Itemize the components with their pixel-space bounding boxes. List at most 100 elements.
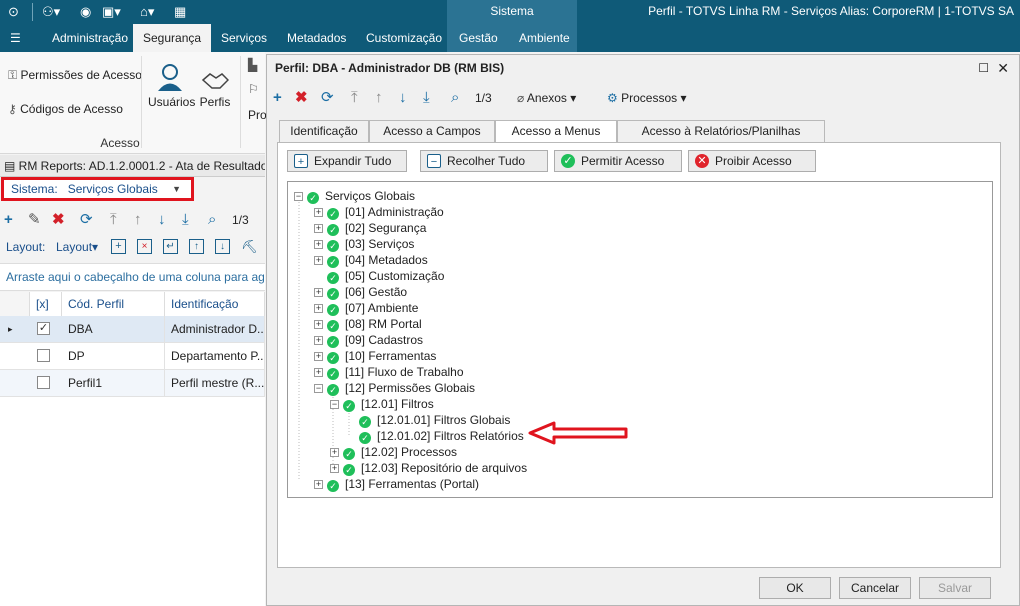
table-row[interactable]: Perfil1 Perfil mestre (R... xyxy=(0,370,265,397)
tree-node[interactable]: ✓ [12.01.01] Filtros Globais xyxy=(346,412,510,428)
tab-servicos[interactable]: Serviços xyxy=(221,24,267,52)
add-icon[interactable]: + xyxy=(4,211,13,229)
cancel-button[interactable]: Cancelar xyxy=(839,577,911,599)
first-icon[interactable]: ⤒ xyxy=(351,89,358,107)
expand-node-icon[interactable]: + xyxy=(314,304,323,313)
tab-gestao[interactable]: Gestão xyxy=(459,24,498,52)
permit-access-button[interactable]: ✓ Permitir Acesso xyxy=(554,150,682,172)
col-select[interactable]: [x] xyxy=(30,292,62,316)
tree-node[interactable]: + ✓ [06] Gestão xyxy=(314,284,407,300)
edit-icon[interactable]: ✎ xyxy=(28,211,41,229)
tree-node[interactable]: + ✓ [09] Cadastros xyxy=(314,332,423,348)
codigos-acesso-button[interactable]: ⚷ Códigos de Acesso xyxy=(8,102,123,116)
home-icon[interactable]: ⌂▾ xyxy=(140,3,154,21)
previous-icon[interactable]: ↑ xyxy=(134,211,142,229)
expand-node-icon[interactable]: + xyxy=(314,352,323,361)
row-checkbox[interactable] xyxy=(37,376,50,389)
refresh-icon[interactable]: ⟳ xyxy=(80,211,93,229)
sitemap-icon[interactable]: ⚇▾ xyxy=(42,3,60,21)
eye-icon[interactable]: ◉ xyxy=(80,3,91,21)
tree-node[interactable]: ✓ [12.01.02] Filtros Relatórios xyxy=(346,428,524,444)
deny-access-button[interactable]: ✕ Proibir Acesso xyxy=(688,150,816,172)
calculator-icon[interactable]: ▦ xyxy=(174,3,186,21)
usuarios-button[interactable]: Usuários xyxy=(148,62,195,109)
expand-all-button[interactable]: + Expandir Tudo xyxy=(287,150,407,172)
tab-administracao[interactable]: Administração xyxy=(52,24,128,52)
row-checkbox[interactable]: ✓ xyxy=(37,322,50,335)
first-icon[interactable]: ⤒ xyxy=(110,211,117,229)
search-icon[interactable]: ⌕ xyxy=(451,89,459,107)
expand-node-icon[interactable]: + xyxy=(314,288,323,297)
document-tab[interactable]: ▤ RM Reports: AD.1.2.0001.2 - Ata de Res… xyxy=(0,155,265,177)
tab-acesso-relatorios[interactable]: Acesso à Relatórios/Planilhas xyxy=(617,120,825,142)
tree-node[interactable]: − ✓ [12] Permissões Globais xyxy=(314,380,475,396)
ok-button[interactable]: OK xyxy=(759,577,831,599)
brush-icon[interactable]: ⛏ xyxy=(241,239,258,255)
tab-metadados[interactable]: Metadados xyxy=(287,24,346,52)
processos-menu[interactable]: ⚙ Processos ▾ xyxy=(607,89,686,107)
tree-node[interactable]: + ✓ [02] Segurança xyxy=(314,220,426,236)
expand-node-icon[interactable]: + xyxy=(314,336,323,345)
tree-node[interactable]: + ✓ [01] Administração xyxy=(314,204,444,220)
download-layout-icon[interactable]: ↓ xyxy=(215,239,230,254)
chevron-down-icon[interactable]: ▼ xyxy=(172,180,181,198)
collapse-node-icon[interactable]: − xyxy=(294,192,303,201)
tree-node[interactable]: − ✓ [12.01] Filtros xyxy=(330,396,434,412)
add-column-icon[interactable]: + xyxy=(111,239,126,254)
remove-column-icon[interactable]: × xyxy=(137,239,152,254)
tab-acesso-campos[interactable]: Acesso a Campos xyxy=(369,120,495,142)
sistema-selector[interactable]: Sistema: Serviços Globais ▼ xyxy=(1,177,194,201)
screen-icon[interactable]: ▣▾ xyxy=(102,3,121,21)
previous-icon[interactable]: ↑ xyxy=(375,89,383,107)
tree-node[interactable]: + ✓ [04] Metadados xyxy=(314,252,428,268)
tree-node[interactable]: + ✓ [11] Fluxo de Trabalho xyxy=(314,364,464,380)
tree-node[interactable]: + ✓ [10] Ferramentas xyxy=(314,348,436,364)
perfis-button[interactable]: Perfis xyxy=(198,66,232,109)
collapse-all-button[interactable]: − Recolher Tudo xyxy=(420,150,548,172)
col-cod-perfil[interactable]: Cód. Perfil xyxy=(62,292,165,316)
table-row[interactable]: DP Departamento P... xyxy=(0,343,265,370)
tab-identificacao[interactable]: Identificação xyxy=(279,120,369,142)
tree-node[interactable]: + ✓ [03] Serviços xyxy=(314,236,414,252)
last-icon[interactable]: ⤓ xyxy=(182,211,189,229)
last-icon[interactable]: ⤓ xyxy=(423,89,430,107)
misc-icon-2[interactable]: ⚐ xyxy=(248,82,259,96)
search-icon[interactable]: ⌕ xyxy=(208,211,216,229)
expand-node-icon[interactable]: + xyxy=(330,464,339,473)
delete-icon[interactable]: ✖ xyxy=(52,211,65,229)
tree-node[interactable]: + ✓ [13] Ferramentas (Portal) xyxy=(314,476,479,492)
tab-seguranca[interactable]: Segurança xyxy=(133,24,212,52)
add-icon[interactable]: + xyxy=(273,89,282,107)
layout-dropdown[interactable]: Layout▾ xyxy=(56,240,98,254)
refresh-icon[interactable]: ⟳ xyxy=(321,89,334,107)
expand-node-icon[interactable]: + xyxy=(314,256,323,265)
close-icon[interactable]: ✕ xyxy=(997,55,1009,81)
tree-node[interactable]: ✓ [05] Customização xyxy=(314,268,444,284)
row-checkbox[interactable] xyxy=(37,349,50,362)
tree-node[interactable]: − ✓ Serviços Globais xyxy=(294,188,415,204)
col-identificacao[interactable]: Identificação xyxy=(165,292,265,316)
tab-acesso-menus[interactable]: Acesso a Menus xyxy=(495,120,617,143)
expand-node-icon[interactable]: + xyxy=(314,224,323,233)
delete-icon[interactable]: ✖ xyxy=(295,89,308,107)
pro-label[interactable]: Pro xyxy=(248,108,267,122)
next-icon[interactable]: ↓ xyxy=(158,211,166,229)
group-by-hint[interactable]: Arraste aqui o cabeçalho de uma coluna p… xyxy=(0,263,265,291)
expand-node-icon[interactable]: + xyxy=(314,320,323,329)
anexos-menu[interactable]: ⌀ Anexos ▾ xyxy=(517,89,576,107)
tree-node[interactable]: + ✓ [08] RM Portal xyxy=(314,316,422,332)
expand-node-icon[interactable]: + xyxy=(314,240,323,249)
expand-node-icon[interactable]: + xyxy=(330,448,339,457)
permissoes-acesso-button[interactable]: ⚿ Permissões de Acesso xyxy=(8,68,142,83)
reset-layout-icon[interactable]: ↵ xyxy=(163,239,178,254)
tab-customizacao[interactable]: Customização xyxy=(366,24,442,52)
maximize-icon[interactable]: ☐ xyxy=(978,55,989,81)
upload-layout-icon[interactable]: ↑ xyxy=(189,239,204,254)
expand-node-icon[interactable]: + xyxy=(314,208,323,217)
misc-icon[interactable]: ▙ xyxy=(248,58,257,72)
app-menu-icon[interactable]: ☰ xyxy=(10,24,21,52)
tree-node[interactable]: + ✓ [12.02] Processos xyxy=(330,444,457,460)
collapse-node-icon[interactable]: − xyxy=(314,384,323,393)
save-button[interactable]: Salvar xyxy=(919,577,991,599)
tab-ambiente[interactable]: Ambiente xyxy=(519,24,570,52)
